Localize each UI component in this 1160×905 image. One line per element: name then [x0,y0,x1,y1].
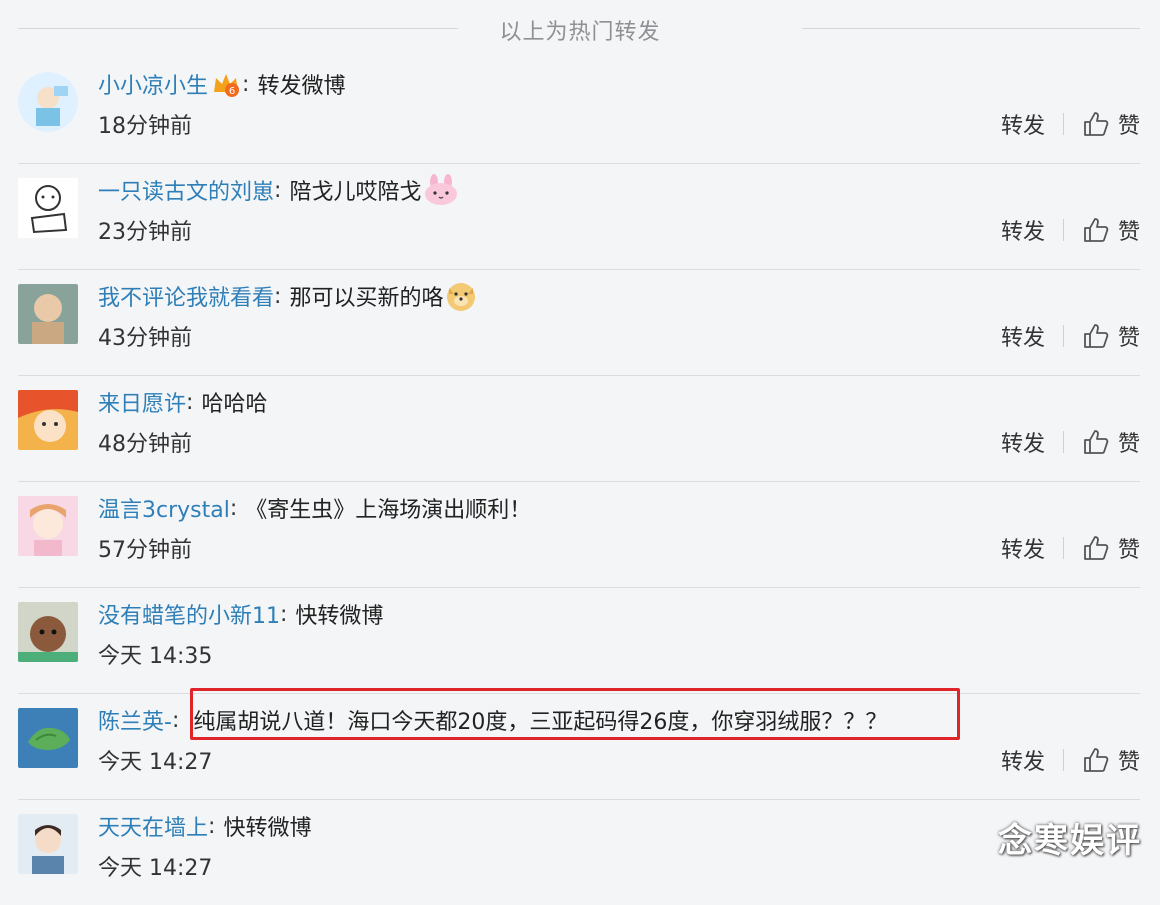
colon-separator: : [186,389,194,415]
repost-content: 天天在墙上 : 快转微博 [98,808,311,844]
username-link[interactable]: 我不评论我就看看 [98,280,274,312]
timestamp: 今天 14:35 [98,644,213,669]
repost-content: 陈兰英- : 纯属胡说八道！海口今天都20度，三亚起码得26度，你穿羽绒服？？？ [98,702,887,738]
avatar[interactable] [18,708,78,768]
username-link[interactable]: 小小凉小生 [98,68,208,100]
repost-button[interactable]: 转发 [1001,426,1045,458]
timestamp: 57分钟前 [98,538,192,563]
action-divider [1062,431,1064,453]
colon-separator: : [208,813,216,839]
avatar[interactable] [18,390,78,450]
username-link[interactable]: 温言3crystal [98,492,230,524]
repost-content: 来日愿许 : 哈哈哈 [98,384,267,420]
repost-item: 来日愿许 : 哈哈哈 48分钟前 转发 赞 [18,376,1140,482]
action-bar: 转发 赞 [1001,532,1140,564]
like-button[interactable]: 赞 [1118,108,1140,140]
avatar[interactable] [18,602,78,662]
colon-separator: : [229,495,238,521]
repost-text: 快转微博 [223,816,312,841]
like-button[interactable]: 赞 [1118,214,1140,246]
colon-separator: : [242,71,250,97]
action-bar: 转发 赞 [1001,744,1140,776]
timestamp: 23分钟前 [98,220,192,245]
action-bar: 转发 赞 [1001,108,1140,140]
action-divider [1062,325,1064,347]
timestamp: 43分钟前 [98,326,192,351]
repost-button[interactable]: 转发 [1001,320,1045,352]
repost-item: 温言3crystal : 《寄生虫》上海场演出顺利！ 57分钟前 转发 赞 [18,482,1140,588]
colon-separator: : [274,177,282,203]
like-button[interactable]: 赞 [1118,532,1140,564]
repost-item: 一只读古文的刘崽 : 陪戈儿哎陪戈 23分钟前 转发 赞 [18,164,1140,270]
repost-content: 没有蜡笔的小新11 : 快转微博 [98,596,383,632]
thumbs-up-icon[interactable] [1082,428,1110,456]
repost-content: 温言3crystal : 《寄生虫》上海场演出顺利！ [98,490,531,526]
header-divider-right [802,28,1140,29]
repost-button[interactable]: 转发 [1001,108,1045,140]
action-divider [1062,537,1064,559]
username-link[interactable]: 没有蜡笔的小新11 [98,598,280,630]
action-bar: 转发 赞 [1001,214,1140,246]
header-title: 以上为热门转发 [499,20,661,45]
doge-emoji-icon [445,280,477,312]
repost-button[interactable]: 转发 [1001,744,1045,776]
repost-text: 哈哈哈 [201,392,268,417]
action-bar: 转发 赞 [1001,426,1140,458]
action-divider [1062,749,1064,771]
repost-text: 纯属胡说八道！海口今天都20度，三亚起码得26度，你穿羽绒服？？？ [193,710,888,735]
thumbs-up-icon[interactable] [1082,110,1110,138]
timestamp: 18分钟前 [98,114,192,139]
watermark: 念寒娱评 [998,821,1142,861]
repost-item: 天天在墙上 : 快转微博 今天 14:27 [18,800,1140,905]
colon-separator: : [280,601,288,627]
repost-content: 小小凉小生 6 : 转发微博 [98,66,345,102]
avatar[interactable] [18,496,78,556]
timestamp: 今天 14:27 [98,750,213,775]
username-link[interactable]: 一只读古文的刘崽 [98,174,274,206]
timestamp: 48分钟前 [98,432,192,457]
thumbs-up-icon[interactable] [1082,322,1110,350]
repost-item: 陈兰英- : 纯属胡说八道！海口今天都20度，三亚起码得26度，你穿羽绒服？？？… [18,694,1140,800]
svg-text:6: 6 [229,86,235,97]
action-divider [1062,113,1064,135]
repost-button[interactable]: 转发 [1001,214,1045,246]
repost-item: 没有蜡笔的小新11 : 快转微博 今天 14:35 [18,588,1140,694]
repost-text: 转发微博 [257,74,346,99]
thumbs-up-icon[interactable] [1082,746,1110,774]
repost-content: 一只读古文的刘崽 : 陪戈儿哎陪戈 [98,172,458,208]
like-button[interactable]: 赞 [1118,426,1140,458]
action-divider [1062,219,1064,241]
repost-text: 陪戈儿哎陪戈 [289,180,422,205]
repost-text: 那可以买新的咯 [289,286,444,311]
timestamp: 今天 14:27 [98,856,213,881]
thumbs-up-icon[interactable] [1082,534,1110,562]
like-button[interactable]: 赞 [1118,744,1140,776]
repost-item: 小小凉小生 6 : 转发微博 18分钟前 转发 赞 [18,58,1140,164]
colon-separator: : [171,707,180,733]
repost-list: 小小凉小生 6 : 转发微博 18分钟前 转发 赞 一只读古文的刘崽 : 陪戈儿… [0,58,1160,905]
repost-text: 《寄生虫》上海场演出顺利！ [245,498,532,523]
colon-separator: : [274,283,282,309]
vip-crown-badge-icon: 6 [210,68,242,100]
avatar[interactable] [18,814,78,874]
avatar[interactable] [18,178,78,238]
thumbs-up-icon[interactable] [1082,216,1110,244]
hot-reposts-header: 以上为热门转发 [0,0,1160,58]
avatar[interactable] [18,72,78,132]
repost-item: 我不评论我就看看 : 那可以买新的咯 43分钟前 转发 赞 [18,270,1140,376]
repost-button[interactable]: 转发 [1001,532,1045,564]
username-link[interactable]: 天天在墙上 [98,810,208,842]
action-bar: 转发 赞 [1001,320,1140,352]
avatar[interactable] [18,284,78,344]
username-link[interactable]: 陈兰英- [98,704,172,736]
repost-text: 快转微博 [295,604,384,629]
pink-bunny-emoji-icon [423,174,458,206]
like-button[interactable]: 赞 [1118,320,1140,352]
repost-content: 我不评论我就看看 : 那可以买新的咯 [98,278,477,314]
username-link[interactable]: 来日愿许 [98,386,186,418]
